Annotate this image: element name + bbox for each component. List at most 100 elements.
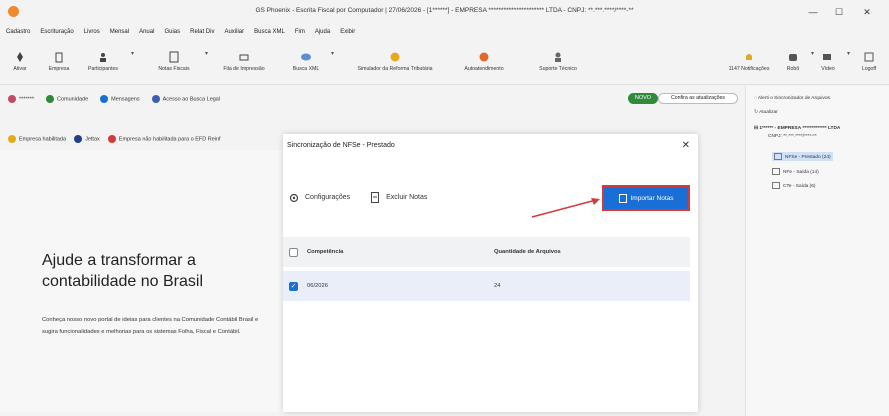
menu-item-mensal[interactable]: Mensal [110, 29, 129, 35]
toolbar-label: Participantes [88, 65, 118, 72]
invoice-icon [169, 51, 179, 62]
toolbar-label: Empresa [48, 65, 70, 72]
mensagens-label: Mensagens [111, 96, 140, 103]
comunidade-link[interactable]: Comunidade [45, 95, 89, 103]
menu-item-anual[interactable]: Anual [139, 29, 154, 35]
jettax-label: Jettax [85, 136, 100, 143]
toolbar-label: Vídeo [821, 65, 835, 72]
chevron-down-icon[interactable]: ▾ [811, 50, 814, 57]
menu-item-cadastro[interactable]: Cadastro [6, 29, 30, 35]
video-icon [823, 53, 831, 60]
efd-reinf-status[interactable]: Empresa não habilitada para o EFD Reinf [107, 135, 221, 143]
toolbar-divider [0, 84, 889, 85]
support-icon [479, 52, 489, 61]
simulador-reforma-button[interactable]: Simulador da Reforma Tributária [352, 42, 438, 80]
user-link[interactable]: ******* [8, 95, 34, 103]
tree-nfse-label: NFSe - Prestado (24) [785, 154, 831, 160]
toolbar-label: Autoatendimento [464, 65, 504, 72]
document-icon [774, 153, 782, 160]
comunidade-icon [45, 95, 54, 103]
dialog-title: Sincronização de NFSe - Prestado [287, 142, 395, 149]
jettax-status[interactable]: Jettax [74, 135, 100, 143]
toolbar-label: Fila de Impressão [223, 65, 265, 72]
menu-item-guias[interactable]: Guias [164, 29, 180, 35]
tree-nfe-item[interactable]: NFe - Saída (14) [772, 168, 819, 175]
toolbar-label: 1147 Notificações [728, 65, 770, 72]
chevron-down-icon[interactable]: ▾ [205, 50, 208, 57]
menu-item-escrituracao[interactable]: Escrituração [40, 29, 73, 35]
row-checkbox[interactable]: ✓ [289, 282, 298, 291]
tree-nfse-item[interactable]: NFSe - Prestado (24) [772, 152, 833, 161]
notas-fiscais-button[interactable]: Notas Fiscais ▾ [150, 42, 208, 80]
title-bar: GS Phoenix - Escrita Fiscal por Computad… [0, 0, 889, 24]
busca-legal-label: Acesso ao Busca Legal [162, 96, 221, 103]
menu-item-exibir[interactable]: Exibir [340, 29, 355, 35]
promo-title: Ajude a transformar a contabilidade no B… [42, 252, 203, 290]
comunidade-label: Comunidade [56, 96, 89, 103]
menu-item-busca-xml[interactable]: Busca XML [254, 29, 285, 35]
menu-item-ajuda[interactable]: Ajuda [315, 29, 330, 35]
configuracoes-button[interactable]: Configurações [289, 193, 350, 203]
chevron-down-icon[interactable]: ▾ [131, 50, 134, 57]
table-header: Competência Quantidade de Arquivos [283, 237, 690, 267]
menu-item-livros[interactable]: Livros [84, 29, 100, 35]
busca-legal-link[interactable]: Acesso ao Busca Legal [151, 95, 221, 103]
user-name: ******* [19, 96, 34, 103]
dialog-close-button[interactable]: ✕ [682, 140, 690, 151]
excluir-notas-label: Excluir Notas [386, 194, 428, 201]
chevron-down-icon[interactable]: ▾ [331, 50, 334, 57]
window-title: GS Phoenix - Escrita Fiscal por Computad… [255, 7, 634, 14]
jettax-icon [74, 135, 83, 143]
status-bar: Empresa habilitada Jettax Empresa não ha… [8, 132, 221, 146]
video-button[interactable]: Vídeo ▾ [816, 42, 850, 80]
maximize-button[interactable]: ☐ [828, 4, 850, 20]
table-row[interactable]: ✓ 06/2026 24 [283, 271, 690, 301]
minimize-button[interactable]: — [802, 4, 824, 20]
select-all-checkbox[interactable] [289, 248, 298, 257]
tree-alert-item[interactable]: ◌ Alerti o Sincronizador de Arquivos [754, 96, 830, 101]
confira-atualizacoes-button[interactable]: Confira as atualizações [658, 93, 738, 104]
toolbar-label: Logoff [861, 65, 877, 72]
sync-tree-panel: ◌ Alerti o Sincronizador de Arquivos ↻ A… [745, 86, 889, 416]
toolbar-label: Robô [786, 65, 800, 72]
chevron-down-icon[interactable]: ▾ [847, 50, 850, 57]
robo-button[interactable]: Robô ▾ [782, 42, 814, 80]
participantes-button[interactable]: Participantes ▾ [82, 42, 134, 80]
empresa-button[interactable]: Empresa [44, 42, 74, 80]
column-quantidade: Quantidade de Arquivos [494, 249, 561, 255]
mensagens-link[interactable]: Mensagens [100, 95, 140, 103]
document-icon [772, 182, 780, 189]
tree-empresa-item[interactable]: ⊟ 1****** - EMPRESA ************* LTDA [754, 126, 840, 131]
status-icon [8, 135, 16, 143]
menu-item-auxiliar[interactable]: Auxiliar [224, 29, 244, 35]
autoatendimento-button[interactable]: Autoatendimento [456, 42, 512, 80]
tree-cte-item[interactable]: CTe - Saída (6) [772, 182, 816, 189]
tree-empresa-label: 1****** - EMPRESA ************* LTDA [759, 126, 841, 131]
menu-item-fim[interactable]: Fim [295, 29, 305, 35]
rocket-icon [17, 51, 23, 62]
ativar-button[interactable]: Ativar [8, 42, 32, 80]
close-window-button[interactable]: ✕ [856, 4, 878, 20]
suporte-tecnico-button[interactable]: Suporte Técnico [530, 42, 586, 80]
promo-body: Conheça nosso novo portal de ideias para… [42, 317, 259, 335]
dialog-actions: Configurações Excluir Notas [289, 192, 427, 203]
notificacoes-button[interactable]: 1147 Notificações [720, 42, 778, 80]
tree-atualizar-item[interactable]: ↻ Atualizar [754, 110, 778, 115]
importar-notas-label: Importar Notas [630, 194, 674, 202]
logoff-icon [864, 52, 874, 61]
menu-item-relat-div[interactable]: Relat Div [190, 29, 214, 35]
document-icon [772, 168, 780, 175]
toolbar: Ativar Empresa Participantes ▾ Notas Fis… [0, 42, 889, 82]
gear-icon [289, 193, 299, 202]
logoff-button[interactable]: Logoff [856, 42, 882, 80]
menu-bar: Cadastro Escrituração Livros Mensal Anua… [0, 25, 889, 39]
empresa-habilitada-status[interactable]: Empresa habilitada [8, 135, 66, 143]
fila-impressao-button[interactable]: Fila de Impressão [216, 42, 272, 80]
busca-xml-button[interactable]: Busca XML ▾ [288, 42, 334, 80]
scale-icon [151, 95, 160, 103]
excluir-notas-button[interactable]: Excluir Notas [370, 192, 427, 203]
robot-icon [789, 53, 797, 61]
importar-notas-button[interactable]: Importar Notas [602, 185, 690, 211]
cell-competencia: 06/2026 [307, 283, 328, 289]
toolbar-label: Busca XML [292, 65, 320, 72]
